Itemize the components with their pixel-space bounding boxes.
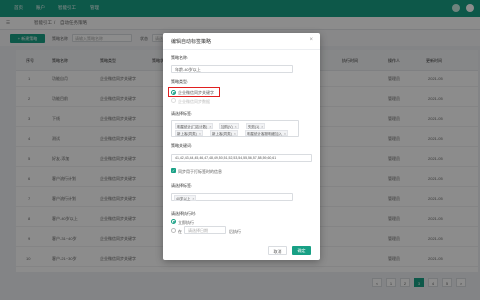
close-icon[interactable]: ×	[309, 37, 313, 43]
rule-label: 请选择标签:	[171, 183, 193, 188]
exec-date-input[interactable]: 请选择日期	[184, 226, 226, 234]
keywords-input[interactable]: 41,42,43,44,45,46,47,48,49,50,51,52,53,5…	[171, 154, 312, 162]
rule-select[interactable]: 40岁以上 ×	[171, 193, 293, 201]
sync-checkbox[interactable]: ✓	[171, 168, 176, 173]
strategy-name-label: 策略名称:	[171, 55, 189, 60]
close-icon[interactable]: ×	[199, 132, 201, 136]
tag-select[interactable]: 明星统计(门店计数) × 加购(V) × 失败(1) × 新上客(同类) × 新上客(同…	[171, 120, 299, 137]
tag-text: 新上客(同类)	[177, 132, 197, 136]
divider	[163, 49, 320, 50]
tag-text: 新上客(同类)	[212, 132, 232, 136]
tag-chip[interactable]: 加购(V) ×	[219, 123, 239, 129]
type-radio-keyword[interactable]	[171, 89, 176, 95]
exec-label: 请选择执行时:	[171, 211, 197, 216]
edit-strategy-dialog: 编辑自动标签策略 × 策略名称: 年龄-40岁以上 策略类型: 企业微信同步关键…	[163, 33, 320, 260]
tag-chip[interactable]: 明星统计(门店计数) ×	[175, 123, 214, 129]
confirm-button[interactable]: 确定	[292, 246, 311, 255]
close-icon[interactable]: ×	[284, 132, 286, 136]
sync-checkbox-label: 同步用于打标签时的信息	[178, 168, 222, 174]
tags-label: 请选择标签:	[171, 111, 193, 116]
tag-chip[interactable]: 失败(1) ×	[246, 123, 266, 129]
tag-text: 加购(V)	[221, 125, 233, 129]
type-radio-data[interactable]	[171, 98, 176, 103]
close-icon[interactable]: ×	[192, 197, 194, 201]
type-option-data: 企业微信同步数据	[178, 98, 210, 104]
close-icon[interactable]: ×	[235, 125, 237, 129]
keywords-label: 策略关键词:	[171, 143, 193, 148]
exec-option-suffix: 后执行	[229, 228, 241, 234]
exec-option-now: 立即执行	[178, 219, 194, 225]
exec-radio-now[interactable]	[171, 219, 176, 224]
tag-text: 失败(1)	[248, 125, 260, 129]
tag-text: 40岁以上	[176, 196, 191, 201]
close-icon[interactable]: ×	[261, 125, 263, 129]
strategy-name-input[interactable]: 年龄-40岁以上	[171, 65, 293, 73]
tag-chip[interactable]: 新上客(同类) ×	[175, 130, 203, 136]
exec-option-prefix: 在	[178, 228, 182, 234]
close-icon[interactable]: ×	[234, 132, 236, 136]
exec-radio-scheduled[interactable]	[171, 228, 176, 233]
tag-chip[interactable]: 明星统计客服明细加入 ×	[245, 130, 289, 136]
tag-chip[interactable]: 新上客(同类) ×	[210, 130, 238, 136]
strategy-type-label: 策略类型:	[171, 79, 189, 84]
close-icon[interactable]: ×	[209, 125, 211, 129]
tag-text: 明星统计(门店计数)	[177, 125, 208, 129]
type-option-keyword: 企业微信同步关键字	[178, 90, 214, 95]
tag-text: 明星统计客服明细加入	[247, 132, 282, 136]
dialog-title: 编辑自动标签策略	[171, 39, 212, 45]
cancel-button[interactable]: 取消	[268, 246, 287, 255]
tag-chip[interactable]: 40岁以上 ×	[174, 194, 197, 201]
